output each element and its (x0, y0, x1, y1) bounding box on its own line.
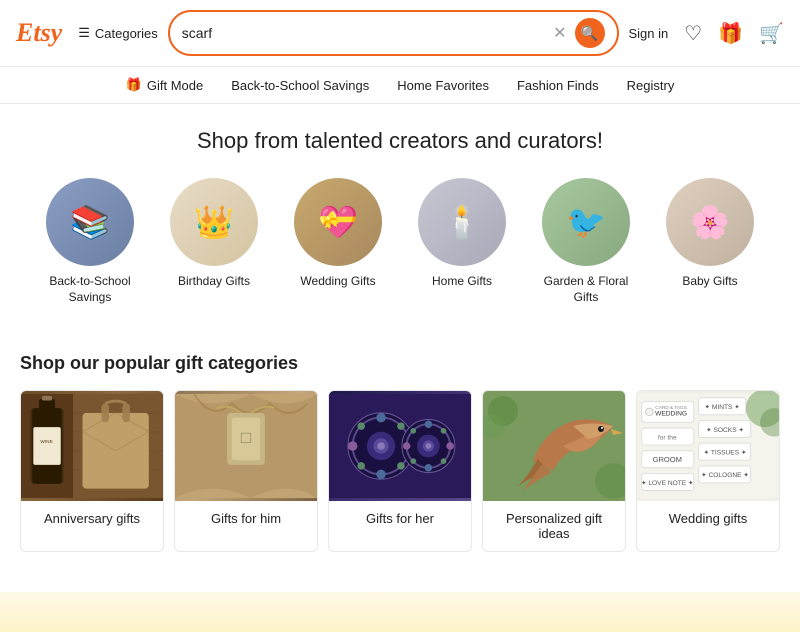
category-birthday[interactable]: 👑 Birthday Gifts (164, 178, 264, 305)
search-icon: 🔍 (581, 25, 598, 42)
hero-title: Shop from talented creators and curators… (16, 128, 784, 154)
popular-title: Shop our popular gift categories (20, 353, 780, 374)
category-wedding[interactable]: 💝 Wedding Gifts (288, 178, 388, 305)
subnav-home-favorites[interactable]: Home Favorites (397, 78, 489, 93)
svg-text:WEDDING: WEDDING (655, 411, 687, 418)
header: Etsy ☰ Categories ✕ 🔍 Sign in ♡ 🎁 🛒 (0, 0, 800, 67)
category-circles: 📚 Back-to-School Savings 👑 Birthday Gift… (16, 178, 784, 329)
svg-text:✦ SOCKS ✦: ✦ SOCKS ✦ (706, 426, 744, 434)
birthday-label: Birthday Gifts (178, 274, 250, 290)
cart-icon[interactable]: 🛒 (759, 21, 784, 46)
wedding-label: Wedding Gifts (300, 274, 375, 290)
svg-text:□: □ (241, 428, 252, 447)
baby-image: 🌸 (666, 178, 754, 266)
birthday-image: 👑 (170, 178, 258, 266)
wedding-icon: 💝 (318, 203, 358, 241)
hamburger-icon: ☰ (78, 25, 90, 41)
category-back-to-school[interactable]: 📚 Back-to-School Savings (40, 178, 140, 305)
hero-section: Shop from talented creators and curators… (0, 104, 800, 337)
svg-text:✦ COLOGNE ✦: ✦ COLOGNE ✦ (701, 471, 749, 479)
birthday-icon: 👑 (194, 203, 234, 241)
subnav-registry-label: Registry (627, 78, 675, 93)
header-actions: Sign in ♡ 🎁 🛒 (629, 21, 785, 46)
categories-label: Categories (95, 26, 158, 41)
gift-card-her[interactable]: Gifts for her (328, 390, 472, 552)
category-baby[interactable]: 🌸 Baby Gifts (660, 178, 760, 305)
gift-card-him[interactable]: □ Gifts for him (174, 390, 318, 552)
search-bar: ✕ 🔍 (168, 10, 619, 56)
popular-section: Shop our popular gift categories WINE (0, 337, 800, 576)
category-home[interactable]: 🕯️ Home Gifts (412, 178, 512, 305)
home-label: Home Gifts (432, 274, 492, 290)
back-to-school-icon: 📚 (70, 203, 110, 241)
him-label: Gifts for him (175, 501, 317, 536)
etsy-logo[interactable]: Etsy (16, 18, 62, 48)
subnav-gift-mode-label: Gift Mode (147, 78, 203, 93)
wedding-gifts-label: Wedding gifts (637, 501, 779, 536)
subnav-registry[interactable]: Registry (627, 78, 675, 93)
search-button[interactable]: 🔍 (575, 18, 605, 48)
categories-button[interactable]: ☰ Categories (78, 25, 158, 41)
personalized-label: Personalized gift ideas (483, 501, 625, 551)
wedding-gifts-image: WEDDING CARD & TAGS ✦ MINTS ✦ ✦ SOCKS ✦ … (637, 391, 779, 501)
garden-icon: 🐦 (566, 203, 606, 241)
svg-text:✦ TISSUES ✦: ✦ TISSUES ✦ (704, 449, 747, 457)
svg-text:for the: for the (658, 435, 677, 442)
svg-text:✦ LOVE NOTE ✦: ✦ LOVE NOTE ✦ (641, 479, 694, 487)
gift-card-personalized[interactable]: Personalized gift ideas (482, 390, 626, 552)
subnav-back-to-school-label: Back-to-School Savings (231, 78, 369, 93)
garden-label: Garden & Floral Gifts (536, 274, 636, 305)
back-to-school-image: 📚 (46, 178, 134, 266)
home-image: 🕯️ (418, 178, 506, 266)
baby-label: Baby Gifts (682, 274, 737, 290)
gift-card-wedding[interactable]: WEDDING CARD & TAGS ✦ MINTS ✦ ✦ SOCKS ✦ … (636, 390, 780, 552)
her-label: Gifts for her (329, 501, 471, 536)
gift-mode-icon: 🎁 (126, 77, 142, 93)
search-input[interactable] (182, 25, 553, 41)
svg-text:✦ MINTS ✦: ✦ MINTS ✦ (705, 403, 741, 411)
wedding-image: 💝 (294, 178, 382, 266)
anniversary-label: Anniversary gifts (21, 501, 163, 536)
svg-text:GROOM: GROOM (653, 455, 682, 464)
svg-text:WINE: WINE (40, 439, 52, 445)
svg-text:CARD & TAGS: CARD & TAGS (655, 405, 687, 411)
subnav: 🎁 Gift Mode Back-to-School Savings Home … (0, 67, 800, 104)
gift-card-anniversary[interactable]: WINE Anniversary gifts (20, 390, 164, 552)
garden-image: 🐦 (542, 178, 630, 266)
personalized-image (483, 391, 625, 501)
sign-in-link[interactable]: Sign in (629, 26, 669, 41)
category-garden[interactable]: 🐦 Garden & Floral Gifts (536, 178, 636, 305)
anniversary-image: WINE (21, 391, 163, 501)
back-to-school-label: Back-to-School Savings (40, 274, 140, 305)
baby-icon: 🌸 (690, 203, 730, 241)
her-image (329, 391, 471, 501)
favorites-icon[interactable]: ♡ (684, 21, 702, 46)
search-clear-icon[interactable]: ✕ (553, 23, 566, 43)
subnav-fashion-finds-label: Fashion Finds (517, 78, 599, 93)
subnav-back-to-school[interactable]: Back-to-School Savings (231, 78, 369, 93)
home-icon: 🕯️ (442, 203, 482, 241)
him-image: □ (175, 391, 317, 501)
bottom-gradient-bar (0, 592, 800, 632)
subnav-gift-mode[interactable]: 🎁 Gift Mode (126, 77, 204, 93)
gift-grid: WINE Anniversary gifts (20, 390, 780, 552)
subnav-home-favorites-label: Home Favorites (397, 78, 489, 93)
subnav-fashion-finds[interactable]: Fashion Finds (517, 78, 599, 93)
gift-icon[interactable]: 🎁 (718, 21, 743, 46)
